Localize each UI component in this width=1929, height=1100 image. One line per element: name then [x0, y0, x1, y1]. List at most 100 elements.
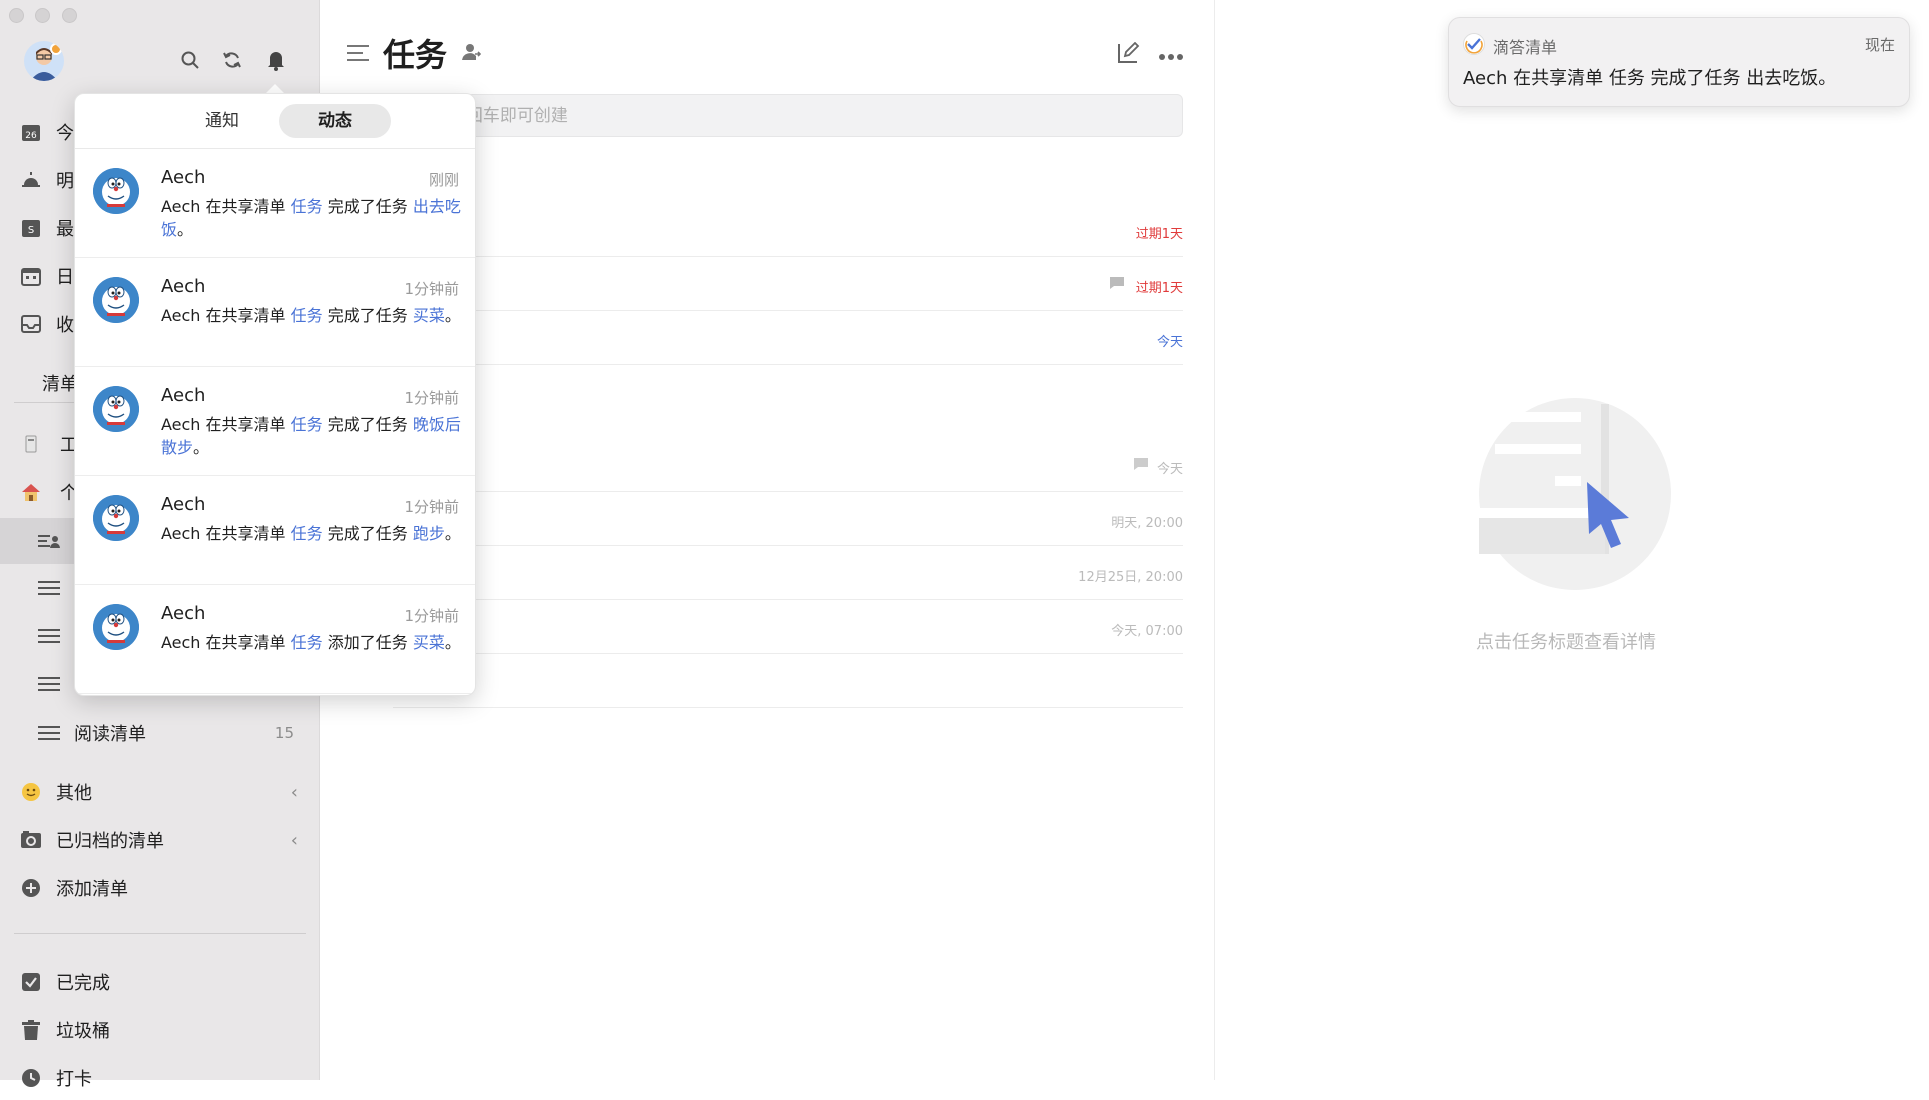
menu-toggle-button[interactable] — [347, 44, 369, 66]
activity-user-name: Aech — [161, 276, 206, 297]
activity-item[interactable]: Aech 1分钟前 Aech 在共享清单 任务 完成了任务 跑步。 — [75, 476, 475, 585]
list-icon — [38, 577, 60, 599]
activity-prefix: Aech 在共享清单 — [161, 524, 291, 543]
share-members-button[interactable] — [461, 42, 482, 66]
sidebar-item-label: 今 — [56, 123, 74, 144]
sidebar-item-trash[interactable]: 垃圾桶 — [0, 1008, 320, 1052]
task-row[interactable]: 步 12月25日, 20:00 — [393, 546, 1183, 600]
sidebar-group-label: 已归档的清单 — [56, 831, 164, 852]
activity-list-link[interactable]: 任务 — [291, 633, 323, 652]
activity-verb: 完成了任务 — [322, 415, 413, 434]
window-zoom-button[interactable] — [62, 8, 77, 23]
window-close-button[interactable] — [9, 8, 24, 23]
activity-avatar — [93, 277, 139, 323]
doraemon-avatar-icon — [93, 386, 139, 432]
task-row[interactable]: 今天 — [393, 311, 1183, 365]
list-icon — [38, 625, 60, 647]
activity-list-link[interactable]: 任务 — [291, 415, 323, 434]
archive-icon — [20, 829, 42, 851]
activity-text: Aech 在共享清单 任务 完成了任务 跑步。 — [161, 522, 461, 545]
sidebar-item-completed[interactable]: 已完成 — [0, 960, 320, 1004]
doraemon-avatar-icon — [93, 168, 139, 214]
sidebar-item-label: 最 — [56, 219, 74, 240]
list-count: 15 — [274, 724, 294, 742]
more-horizontal-icon — [1159, 54, 1183, 60]
task-due-date: 今天, 07:00 — [1111, 624, 1183, 639]
activity-task-link[interactable]: 买菜 — [413, 306, 445, 325]
next-days-letter: S — [28, 225, 34, 236]
activity-user-name: Aech — [161, 494, 206, 515]
task-due-date: 12月25日, 20:00 — [1078, 570, 1183, 585]
task-row[interactable]: 过期1天 — [393, 257, 1183, 311]
hamburger-icon — [347, 45, 369, 61]
activity-avatar — [93, 604, 139, 650]
add-list-button[interactable]: 添加清单 — [0, 866, 320, 910]
activity-task-link[interactable]: 跑步 — [413, 524, 445, 543]
doraemon-avatar-icon — [93, 604, 139, 650]
user-avatar[interactable] — [24, 41, 64, 81]
activity-verb: 完成了任务 — [322, 524, 413, 543]
plus-circle-icon — [20, 877, 42, 899]
activity-item[interactable]: Aech 1分钟前 Aech 在共享清单 任务 完成了任务 晚饭后散步。 — [75, 367, 475, 476]
chevron-left-icon[interactable]: ‹ — [291, 782, 298, 803]
quick-add-input[interactable]: 务"，回车即可创建 — [393, 94, 1183, 137]
window-minimize-button[interactable] — [35, 8, 50, 23]
notification-time: 现在 — [1864, 36, 1895, 54]
doraemon-avatar-icon — [93, 277, 139, 323]
home-emoji-icon — [20, 481, 42, 503]
activity-time: 1分钟前 — [404, 280, 459, 298]
sidebar-item-habit[interactable]: 打卡 — [0, 1056, 320, 1100]
activity-verb: 完成了任务 — [322, 197, 413, 216]
task-due-date: 过期1天 — [1135, 227, 1183, 242]
activity-text: Aech 在共享清单 任务 完成了任务 买菜。 — [161, 304, 461, 327]
sidebar-group-other[interactable]: 其他 ‹ — [0, 770, 320, 814]
divider — [14, 933, 306, 934]
chevron-left-icon[interactable]: ‹ — [291, 830, 298, 851]
tab-notifications[interactable]: 通知 — [167, 104, 277, 138]
task-due-date: 明天, 20:00 — [1111, 516, 1183, 531]
sidebar-group-archived[interactable]: 已归档的清单 ‹ — [0, 818, 320, 862]
bell-icon — [268, 52, 284, 71]
activity-user-name: Aech — [161, 603, 206, 624]
shared-list-icon — [38, 530, 60, 552]
person-share-icon — [462, 44, 482, 60]
clock-icon — [20, 1067, 42, 1089]
search-button[interactable] — [178, 48, 202, 72]
calendar-icon — [20, 265, 42, 287]
avatar-badge — [50, 43, 62, 55]
sidebar-list-reading[interactable]: 阅读清单 15 — [0, 711, 320, 755]
task-row[interactable]: 过期1天 — [393, 203, 1183, 257]
notification-app-name: 滴答清单 — [1493, 38, 1558, 57]
list-icon — [38, 722, 60, 744]
edit-button[interactable] — [1116, 41, 1140, 68]
notification-button[interactable] — [264, 48, 288, 72]
sidebar-item-label: 垃圾桶 — [56, 1021, 110, 1042]
activity-time: 1分钟前 — [404, 607, 459, 625]
tab-activity[interactable]: 动态 — [279, 104, 391, 138]
sidebar-list-label: 阅读清单 — [74, 724, 146, 745]
activity-item[interactable]: Aech 1分钟前 Aech 在共享清单 任务 完成了任务 买菜。 — [75, 258, 475, 367]
activity-list-link[interactable]: 任务 — [291, 306, 323, 325]
task-row[interactable]: 明天, 20:00 — [393, 492, 1183, 546]
checkbox-icon — [20, 971, 42, 993]
task-row[interactable] — [393, 654, 1183, 708]
sidebar-item-label: 日 — [56, 267, 74, 288]
trash-icon — [20, 1019, 42, 1041]
activity-item[interactable]: Aech 刚刚 Aech 在共享清单 任务 完成了任务 出去吃饭。 — [75, 149, 475, 258]
system-notification-banner[interactable]: 滴答清单 现在 Aech 在共享清单 任务 完成了任务 出去吃饭。 — [1448, 17, 1910, 107]
comment-icon — [1110, 277, 1124, 289]
activity-suffix: 。 — [444, 306, 461, 325]
sync-icon — [223, 52, 241, 68]
activity-task-link[interactable]: 买菜 — [413, 633, 445, 652]
task-row[interactable]: 今天, 07:00 — [393, 600, 1183, 654]
more-options-button[interactable] — [1159, 46, 1183, 65]
task-due-date: 今天 — [1156, 462, 1183, 477]
activity-list-link[interactable]: 任务 — [291, 197, 323, 216]
sync-button[interactable] — [220, 48, 244, 72]
activity-avatar — [93, 495, 139, 541]
activity-item[interactable]: Aech 1分钟前 Aech 在共享清单 任务 添加了任务 买菜。 — [75, 585, 475, 694]
task-row[interactable]: 菜 今天 — [393, 438, 1183, 492]
activity-list-link[interactable]: 任务 — [291, 524, 323, 543]
sidebar-item-label: 打卡 — [56, 1069, 92, 1090]
tab-lists[interactable]: 清单 — [42, 370, 78, 396]
